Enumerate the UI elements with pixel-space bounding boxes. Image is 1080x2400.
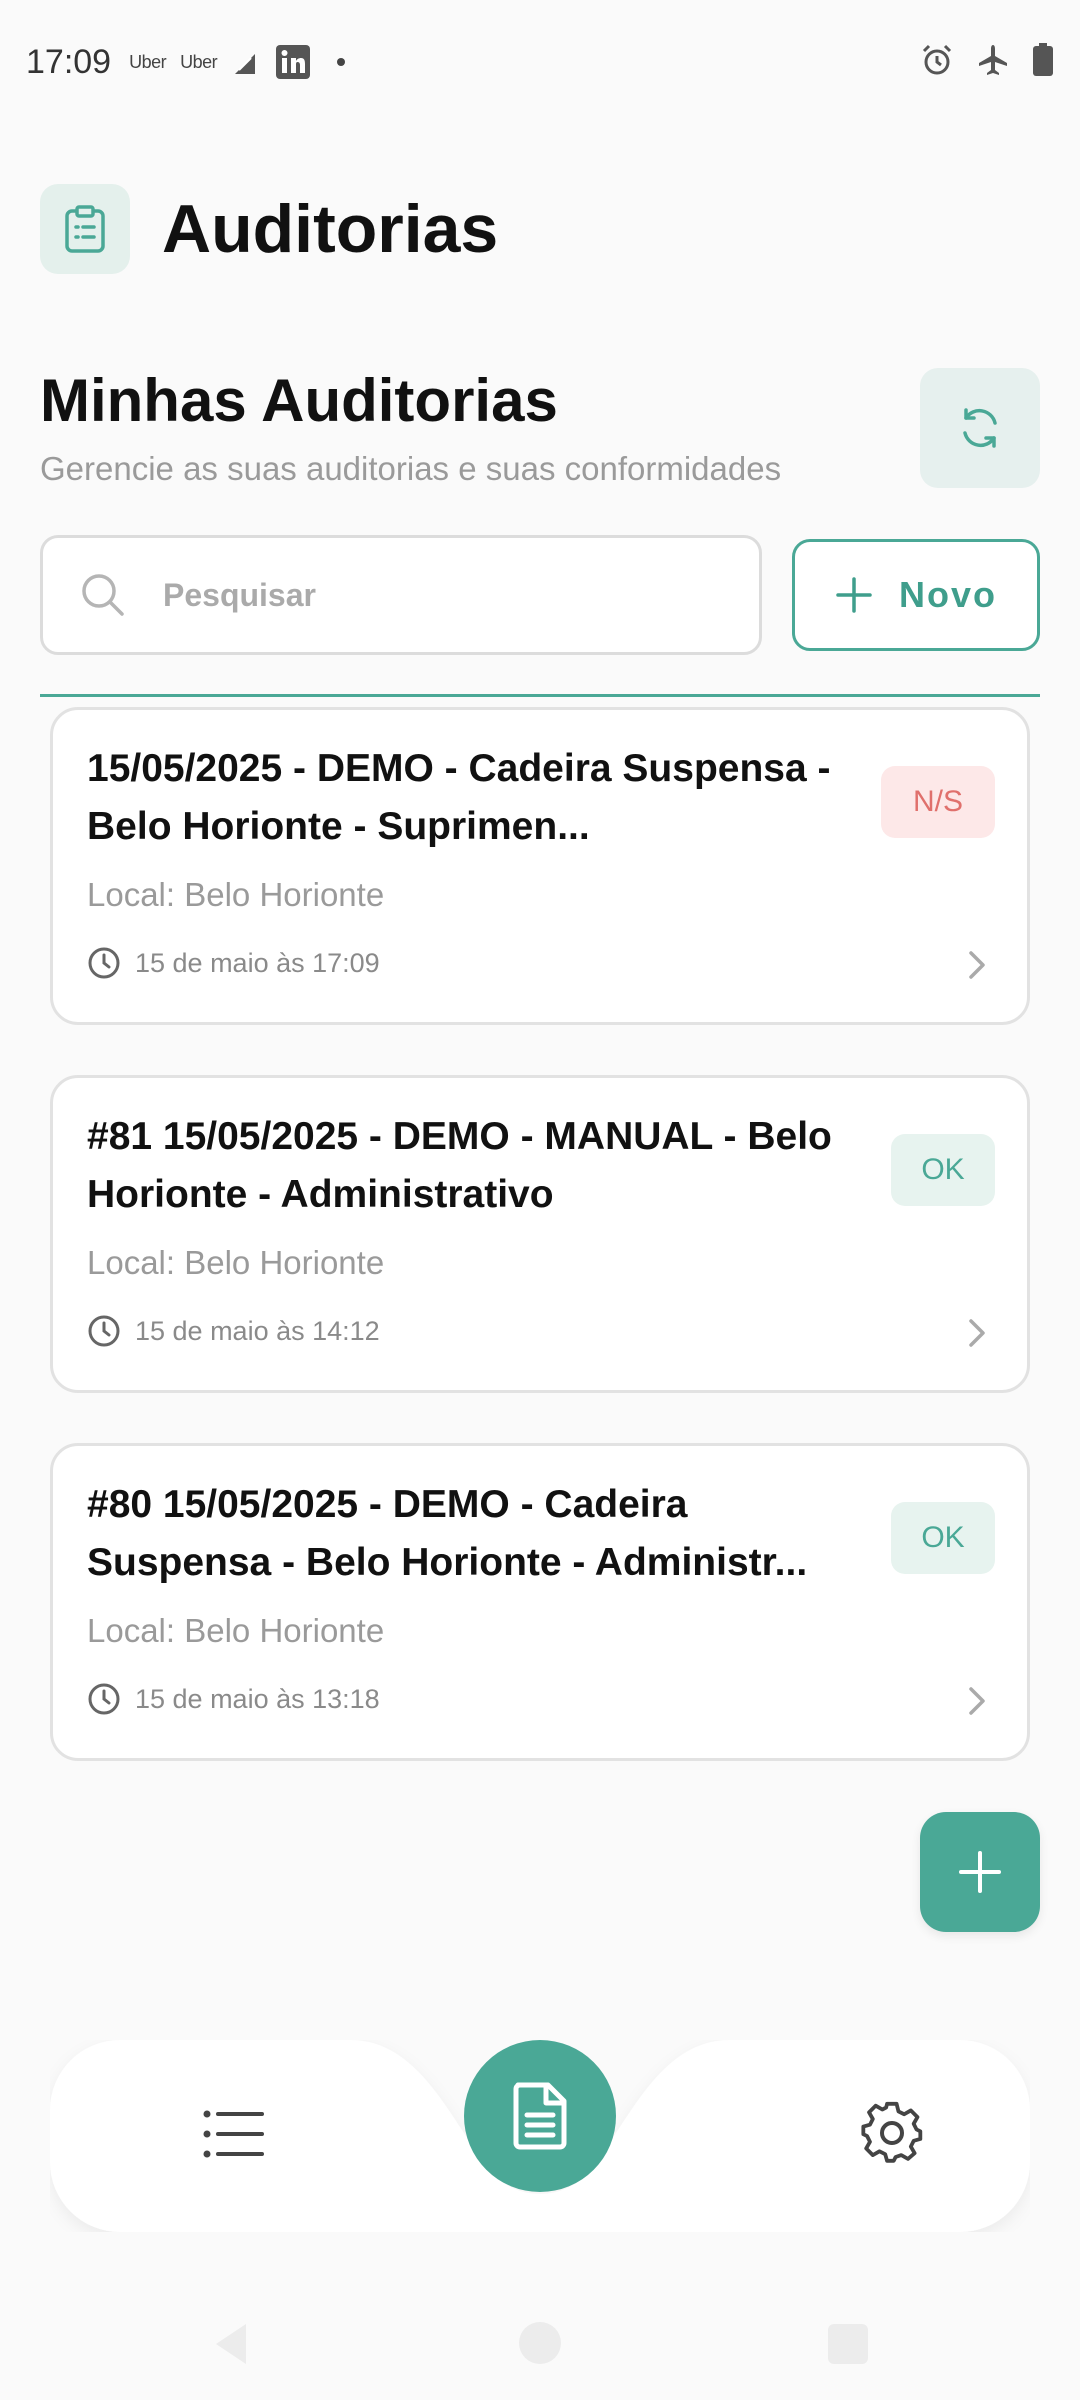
audit-time-row: 15 de maio às 14:12 <box>87 1314 380 1348</box>
audit-time: 15 de maio às 13:18 <box>135 1683 380 1714</box>
refresh-icon <box>963 408 997 448</box>
signal-stack-icon <box>231 48 259 76</box>
audit-card[interactable]: #80 15/05/2025 - DEMO - Cadeira Suspensa… <box>50 1443 1030 1761</box>
notification-dot <box>337 58 346 66</box>
audit-time: 15 de maio às 14:12 <box>135 1315 380 1346</box>
plus-icon <box>836 577 872 613</box>
audit-card[interactable]: 15/05/2025 - DEMO - Cadeira Suspensa - B… <box>50 707 1030 1025</box>
plus-icon <box>959 1851 1001 1893</box>
nav-audits-button[interactable] <box>464 2040 616 2192</box>
chevron-right-icon <box>969 1319 985 1347</box>
new-button-label: Novo <box>899 574 997 615</box>
section-subtitle: Gerencie as suas auditorias e suas confo… <box>40 450 782 487</box>
battery-icon <box>1032 42 1054 82</box>
chevron-right-icon <box>969 1687 985 1715</box>
status-badge: N/S <box>881 766 995 838</box>
nav-settings-button[interactable] <box>860 2100 924 2169</box>
status-time: 17:09 <box>26 42 112 81</box>
list-divider <box>40 694 1040 697</box>
bottom-nav <box>50 2040 1030 2232</box>
gear-icon <box>861 2101 923 2163</box>
refresh-button[interactable] <box>920 368 1040 488</box>
system-nav-bar <box>0 2300 1080 2380</box>
search-box[interactable] <box>40 535 762 655</box>
chevron-right-icon <box>969 951 985 979</box>
airplane-icon <box>976 43 1010 82</box>
document-icon <box>513 2082 567 2150</box>
uber-app-icon: Uber <box>129 51 167 72</box>
clock-icon <box>88 1683 120 1715</box>
status-badge: OK <box>891 1134 995 1206</box>
clock-icon <box>88 947 120 979</box>
audit-time-row: 15 de maio às 17:09 <box>87 946 380 980</box>
add-audit-fab[interactable] <box>920 1812 1040 1932</box>
search-input[interactable] <box>163 576 703 614</box>
home-button[interactable] <box>519 2322 561 2364</box>
status-badge: OK <box>891 1502 995 1574</box>
audit-title: #80 15/05/2025 - DEMO - Cadeira Suspensa… <box>87 1483 808 1584</box>
new-button[interactable]: Novo <box>792 539 1040 651</box>
alarm-icon <box>920 43 954 82</box>
audit-local: Local: Belo Horionte <box>87 876 385 913</box>
linkedin-icon <box>275 44 311 80</box>
audit-time: 15 de maio às 17:09 <box>135 947 380 978</box>
status-bar: 17:09 Uber Uber <box>0 0 1080 124</box>
audit-title: 15/05/2025 - DEMO - Cadeira Suspensa - B… <box>87 747 831 848</box>
audit-local: Local: Belo Horionte <box>87 1612 385 1649</box>
back-icon[interactable] <box>210 2320 250 2368</box>
clipboard-icon <box>40 184 130 274</box>
clock-icon <box>88 1315 120 1347</box>
audit-time-row: 15 de maio às 13:18 <box>87 1682 380 1716</box>
audit-local: Local: Belo Horionte <box>87 1244 385 1281</box>
nav-list-button[interactable] <box>202 2106 266 2167</box>
app-header: Auditorias <box>40 184 498 274</box>
search-icon <box>82 574 124 616</box>
app-title: Auditorias <box>162 191 499 267</box>
section-title: Minhas Auditorias <box>40 367 558 434</box>
list-icon <box>203 2110 264 2158</box>
uber-app-icon: Uber <box>180 51 218 72</box>
recents-button[interactable] <box>828 2324 868 2364</box>
audit-card[interactable]: #81 15/05/2025 - DEMO - MANUAL - Belo Ho… <box>50 1075 1030 1393</box>
audit-title: #81 15/05/2025 - DEMO - MANUAL - Belo Ho… <box>87 1115 832 1216</box>
